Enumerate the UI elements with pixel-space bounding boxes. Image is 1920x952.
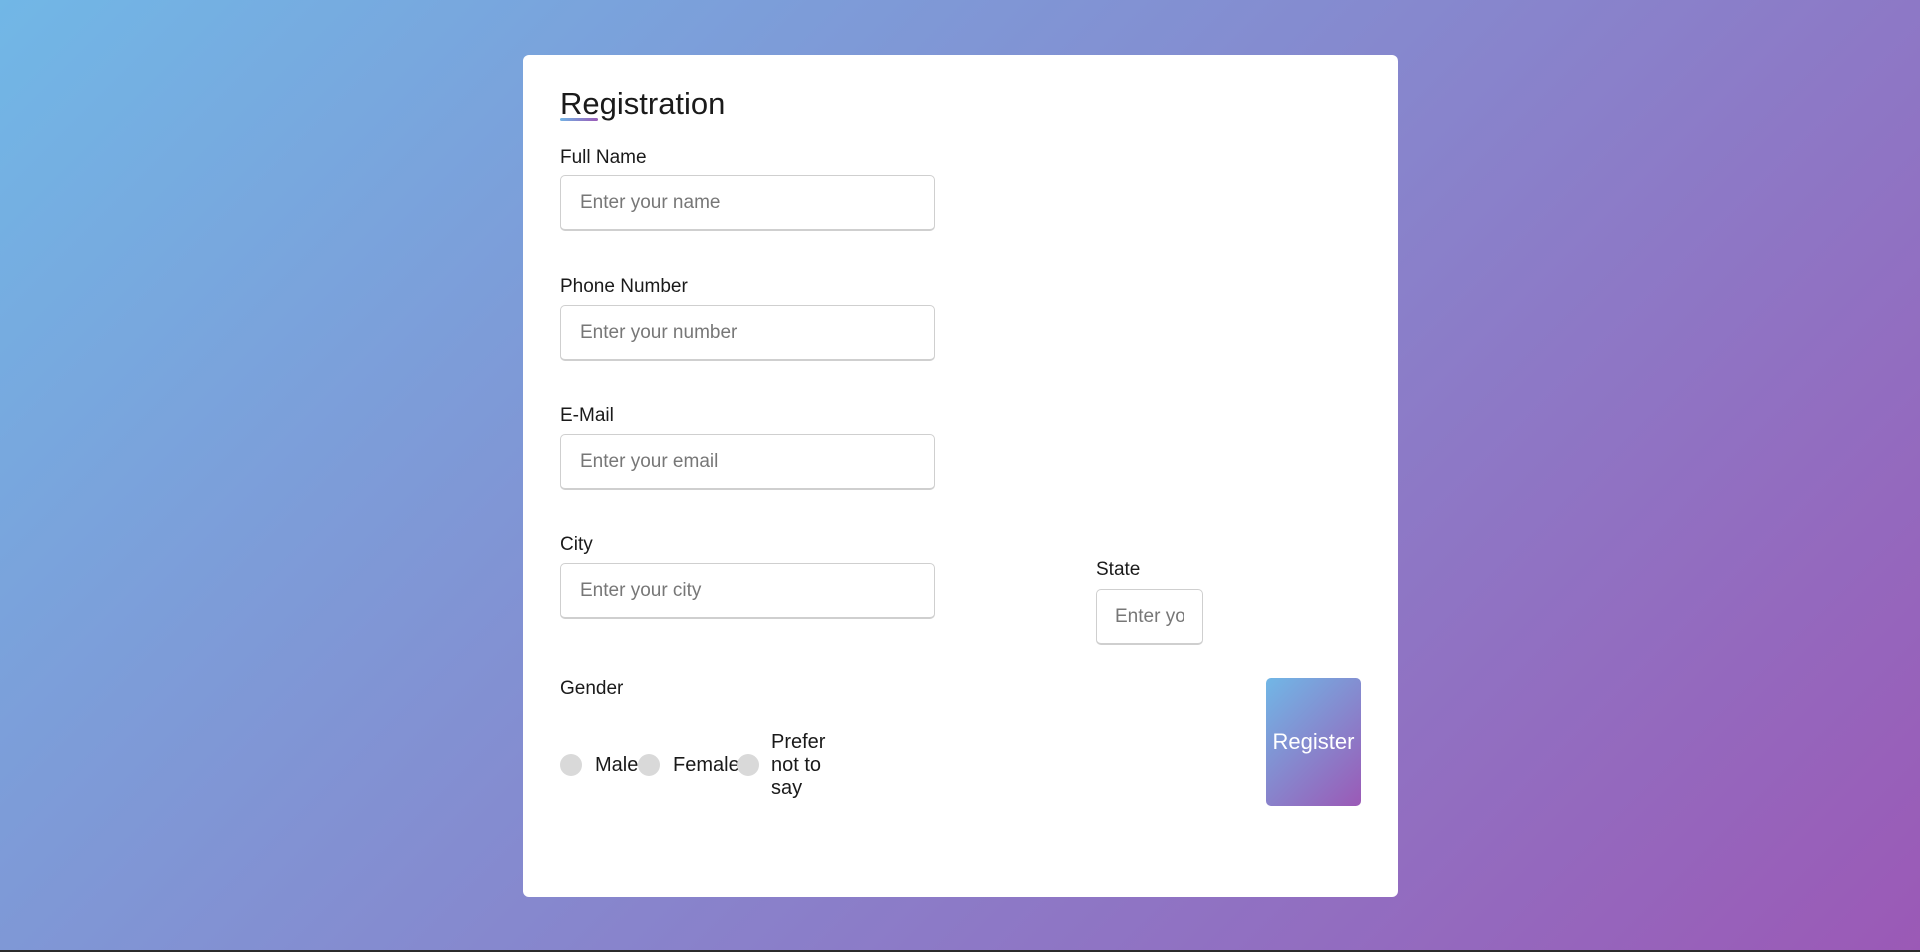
title-underline [560, 118, 598, 121]
city-label: City [560, 534, 593, 555]
gender-prefer-not-radio[interactable] [737, 754, 759, 776]
registration-card: Registration Full Name Phone Number E-Ma… [523, 55, 1398, 897]
gender-male-radio[interactable] [560, 754, 582, 776]
page-title: Registration [560, 86, 726, 121]
email-input[interactable] [560, 434, 935, 490]
register-button[interactable]: Register [1266, 678, 1361, 806]
gender-female-label[interactable]: Female [673, 754, 740, 777]
gender-female-radio[interactable] [638, 754, 660, 776]
state-input[interactable] [1096, 589, 1203, 645]
gender-male-label[interactable]: Male [595, 754, 638, 777]
phone-number-label: Phone Number [560, 276, 688, 297]
gender-prefer-not-label[interactable]: Prefer not to say [771, 731, 833, 800]
full-name-label: Full Name [560, 147, 647, 168]
gender-label: Gender [560, 678, 624, 699]
state-label: State [1096, 559, 1141, 580]
city-input[interactable] [560, 563, 935, 619]
phone-number-input[interactable] [560, 305, 935, 361]
email-label: E-Mail [560, 405, 614, 426]
full-name-input[interactable] [560, 175, 935, 231]
